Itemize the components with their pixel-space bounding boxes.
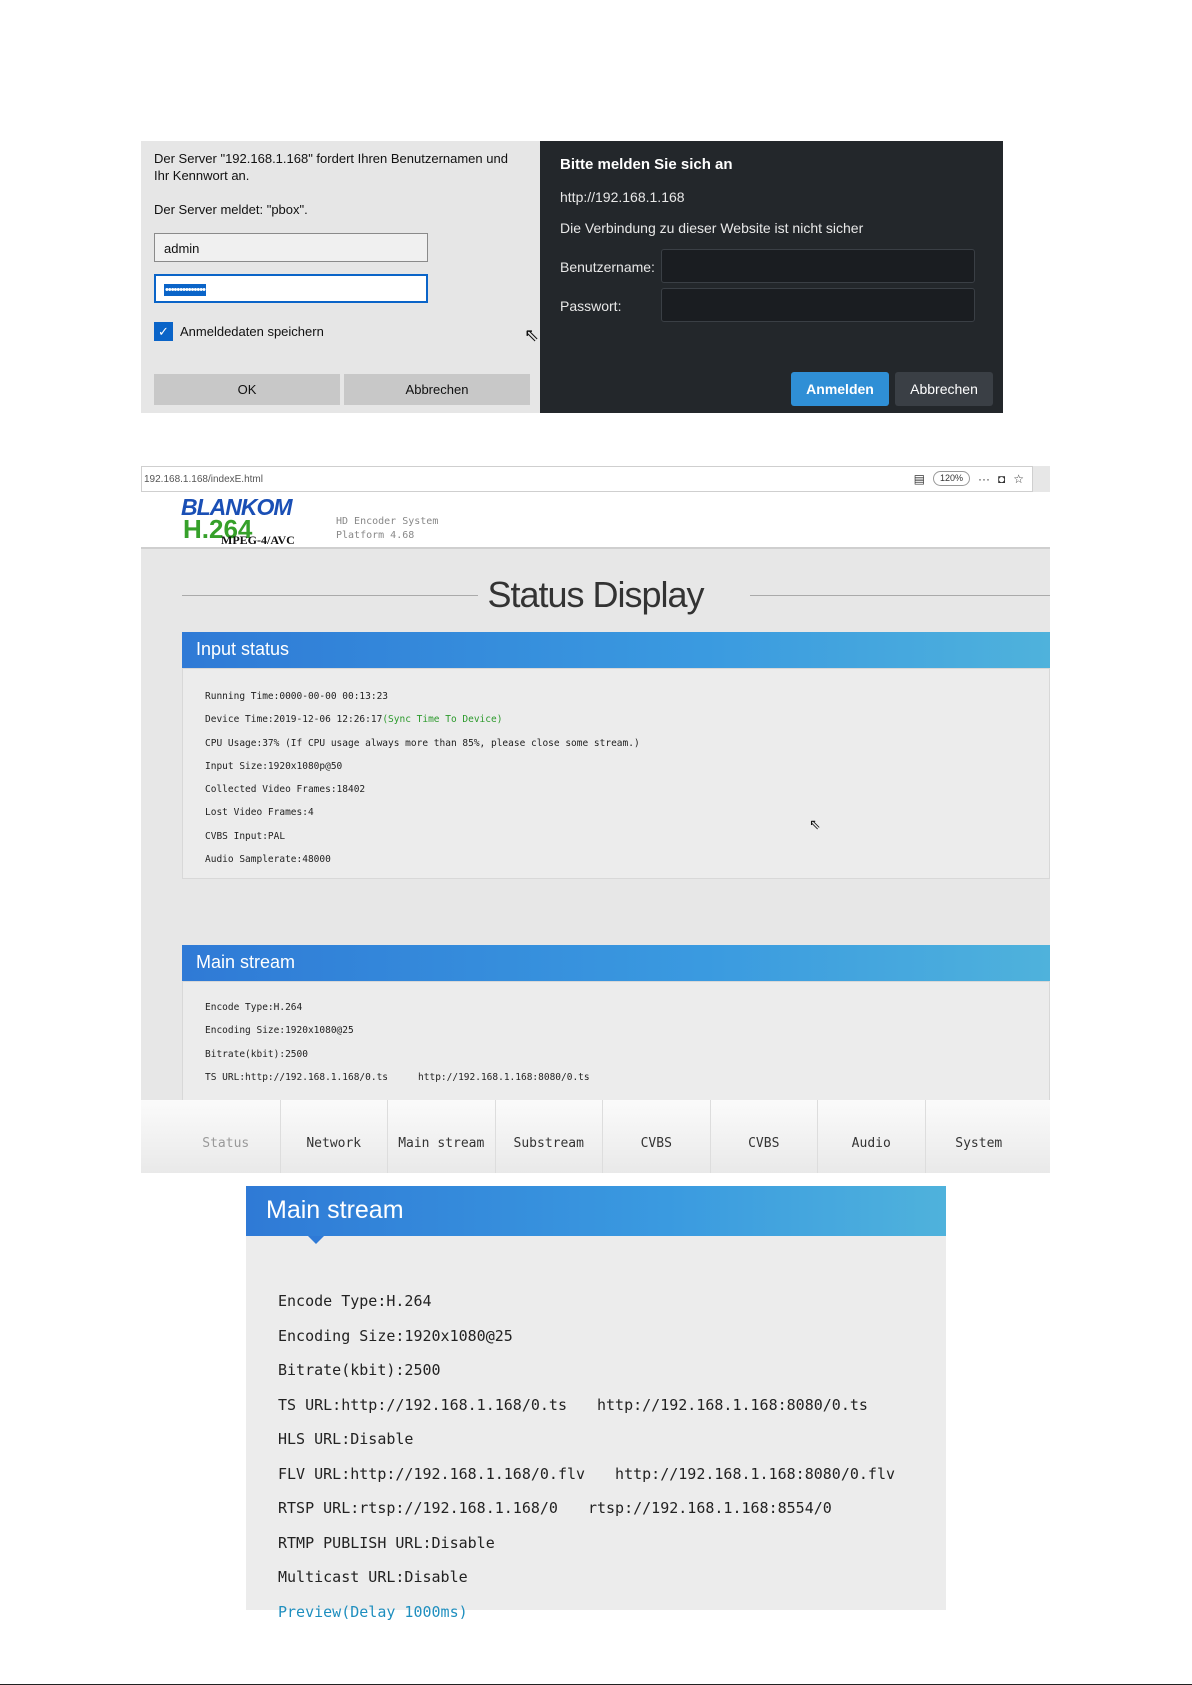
windows-login-dialog: Der Server "192.168.1.168" fordert Ihren… [141,141,540,413]
username-input[interactable] [661,249,975,283]
platform-version: Platform 4.68 [336,530,415,541]
sign-in-button[interactable]: Anmelden [791,372,889,406]
page-title: Status Display [487,574,704,615]
flv-url: FLV URL:http://192.168.1.168/0.flv [278,1464,586,1483]
device-time-row: Device Time:2019-12-06 12:26:17(Sync Tim… [183,708,1049,731]
nav-cvbs-1[interactable]: CVBS [602,1100,710,1173]
checkmark-icon: ✓ [154,322,173,341]
more-icon[interactable]: ··· [978,472,990,486]
username-label: Benutzername: [560,259,655,275]
zoom-level[interactable]: 120% [932,471,970,486]
bitrate: Bitrate(kbit):2500 [205,1048,308,1060]
main-stream-detail: Main stream Encode Type:H.264 Encoding S… [246,1186,946,1621]
login-heading: Bitte melden Sie sich an [560,156,733,173]
multicast-url: Multicast URL:Disable [278,1568,468,1586]
server-realm-message: Der Server meldet: "pbox". [154,202,308,217]
product-info: HD Encoder System Platform 4.68 [336,515,438,543]
nav-system[interactable]: System [924,1100,1033,1173]
ts-url-alt: http://192.168.1.168:8080/0.ts [418,1071,590,1083]
password-field[interactable]: •••••••••••••• [154,274,428,303]
rtsp-url: RTSP URL:rtsp://192.168.1.168/0 [278,1499,558,1517]
header-pointer [308,1236,324,1244]
chrome-login-dialog: Bitte melden Sie sich an http://192.168.… [540,141,1003,413]
nav-network[interactable]: Network [279,1100,388,1173]
input-status-title: Input status [196,639,290,659]
sync-time-link[interactable]: (Sync Time To Device) [382,714,502,725]
encoding-size: Encoding Size:1920x1080@25 [278,1326,513,1345]
bottom-nav: Status Network Main stream Substream CVB… [141,1100,1050,1173]
audio-samplerate: Audio Samplerate:48000 [205,854,331,866]
ts-url-row: TS URL:http://192.168.1.168/0.ts http://1… [183,1066,1049,1089]
encoder-web-page: 192.168.1.168/indexE.html ▤ 120% ··· ◘ ☆… [141,466,1050,1173]
lost-frames: Lost Video Frames:4 [205,807,314,819]
cpu-usage: CPU Usage:37% (If CPU usage always more … [205,737,640,749]
bitrate: Bitrate(kbit):2500 [278,1361,441,1379]
logo-subtitle: MPEG-4/AVC [221,533,295,547]
main-stream-detail-title: Main stream [266,1196,404,1224]
product-name: HD Encoder System [336,516,439,527]
nav-substream[interactable]: Substream [494,1100,603,1173]
ts-url: TS URL:http://192.168.1.168/0.ts [278,1395,567,1414]
dark-cancel-button[interactable]: Abbrechen [895,372,993,406]
page-header: BLANKOM H.264 MPEG-4/AVC HD Encoder Syst… [141,492,1050,549]
bookmark-star-icon[interactable]: ☆ [1013,472,1024,486]
hls-url: HLS URL:Disable [278,1430,414,1448]
main-stream-title: Main stream [196,952,296,972]
collected-frames: Collected Video Frames:18402 [205,784,366,796]
preview-link[interactable]: Preview(Delay 1000ms) [278,1595,895,1630]
login-message: Der Server "192.168.1.168" fordert Ihren… [154,151,508,183]
input-status-header: Input status [182,632,1050,674]
ts-url-alt: http://192.168.1.168:8080/0.ts [596,1395,868,1414]
password-label: Passwort: [560,298,622,314]
reader-view-icon[interactable]: ▤ [914,472,925,486]
login-url: http://192.168.1.168 [560,189,685,205]
nav-audio[interactable]: Audio [817,1100,925,1173]
rtmp-url: RTMP PUBLISH URL:Disable [278,1533,495,1552]
flv-url-alt: http://192.168.1.168:8080/0.flv [615,1464,896,1483]
password-input[interactable] [661,288,975,322]
flv-url-row: FLV URL:http://192.168.1.168/0.flv http:/… [278,1457,895,1492]
ts-url: TS URL:http://192.168.1.168/0.ts [205,1071,389,1083]
cvbs-input: CVBS Input:PAL [205,830,286,842]
cancel-button[interactable]: Abbrechen [344,374,530,405]
mouse-pointer-icon: ⇖ [809,816,821,832]
encode-type: Encode Type:H.264 [278,1292,432,1310]
encoding-size: Encoding Size:1920x1080@25 [205,1025,354,1037]
pocket-icon[interactable]: ◘ [998,472,1005,486]
ts-url-row: TS URL:http://192.168.1.168/0.ts http://1… [278,1388,895,1423]
main-stream-detail-lines: Encode Type:H.264 Encoding Size:1920x108… [278,1284,895,1629]
address-bar[interactable]: 192.168.1.168/indexE.html ▤ 120% ··· ◘ ☆ [141,466,1033,492]
mouse-pointer-icon: ⇖ [524,325,540,345]
main-stream-detail-header: Main stream [246,1186,946,1244]
main-stream-body: Encode Type:H.264 Encoding Size:1920x108… [182,981,1050,1111]
main-stream-header: Main stream [182,945,1050,987]
ok-button[interactable]: OK [154,374,340,405]
encode-type: Encode Type:H.264 [205,1002,303,1013]
rtsp-url-row: RTSP URL:rtsp://192.168.1.168/0 rtsp://19… [278,1491,895,1526]
remember-label: Anmeldedaten speichern [180,324,324,339]
input-status-body: Running Time:0000-00-00 00:13:23 Device … [182,668,1050,879]
device-time: Device Time:2019-12-06 12:26:17 [205,714,383,726]
running-time: Running Time:0000-00-00 00:13:23 [205,691,389,702]
page-url: 192.168.1.168/indexE.html [144,474,263,485]
password-value: •••••••••••••• [164,284,206,296]
rtsp-url-alt: rtsp://192.168.1.168:8554/0 [587,1499,832,1517]
blankom-logo: BLANKOM H.264 MPEG-4/AVC [181,494,321,548]
username-field[interactable]: admin [154,233,428,262]
input-size: Input Size:1920x1080p@50 [205,760,343,772]
remember-credentials-checkbox[interactable]: ✓ Anmeldedaten speichern [154,322,324,341]
nav-main-stream[interactable]: Main stream [387,1100,495,1173]
nav-status[interactable]: Status [172,1100,280,1173]
insecure-warning: Die Verbindung zu dieser Website ist nic… [560,220,864,236]
nav-cvbs-2[interactable]: CVBS [709,1100,818,1173]
